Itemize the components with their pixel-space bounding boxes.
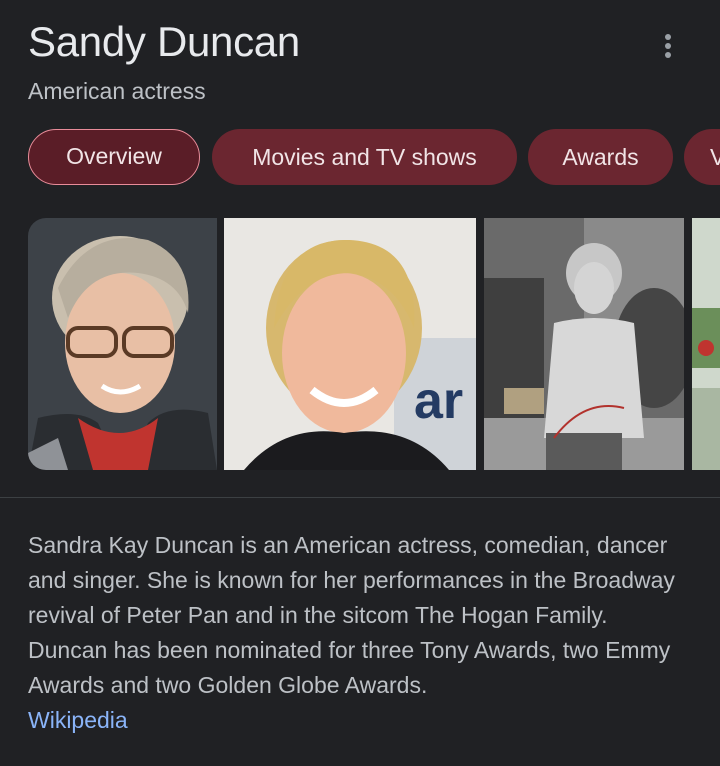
entity-description: Sandra Kay Duncan is an American actress… (28, 528, 692, 738)
tab-movies-and-tv-shows[interactable]: Movies and TV shows (212, 129, 517, 185)
photo-4[interactable] (692, 218, 720, 470)
photo-3[interactable] (484, 218, 684, 470)
section-divider (0, 497, 720, 498)
tab-overview[interactable]: Overview (28, 129, 200, 185)
image-carousel: ar (28, 218, 720, 470)
entity-title: Sandy Duncan (28, 18, 300, 65)
description-text: Sandra Kay Duncan is an American actress… (28, 532, 675, 698)
photo-2[interactable]: ar (224, 218, 476, 470)
tab-awards[interactable]: Awards (528, 129, 673, 185)
source-link-wikipedia[interactable]: Wikipedia (28, 707, 128, 733)
more-options-button[interactable] (648, 26, 688, 66)
knowledge-panel: Sandy Duncan American actress Overview M… (0, 0, 720, 766)
photo-1[interactable] (28, 218, 217, 470)
tab-partial[interactable]: V (684, 129, 720, 185)
entity-subtitle: American actress (28, 78, 206, 104)
more-vert-icon (665, 34, 671, 58)
svg-text:ar: ar (414, 372, 463, 430)
